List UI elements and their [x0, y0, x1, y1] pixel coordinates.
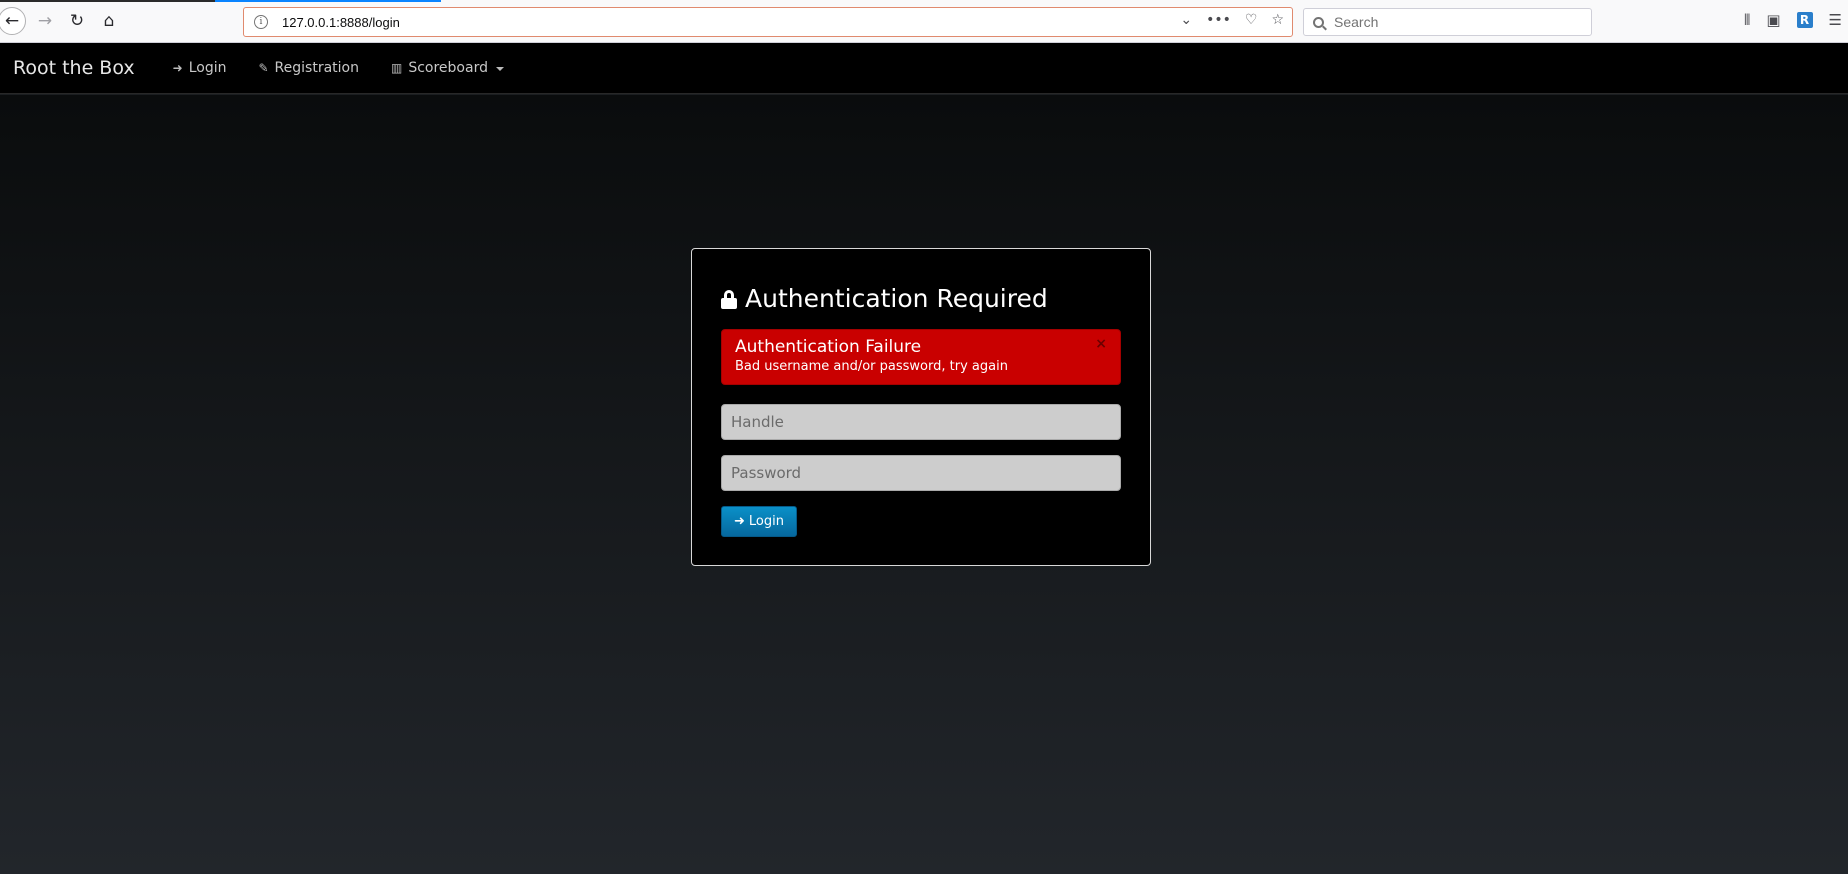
main-content: Authentication Required Authentication F…	[0, 95, 1848, 874]
back-button[interactable]: ←	[0, 7, 26, 35]
nav-item-scoreboard[interactable]: ▥ Scoreboard	[391, 60, 504, 76]
error-alert: Authentication Failure Bad username and/…	[721, 329, 1121, 385]
page-title-text: Authentication Required	[745, 284, 1048, 313]
forward-icon: →	[37, 11, 53, 31]
login-panel: Authentication Required Authentication F…	[691, 248, 1151, 566]
bar-chart-icon: ▥	[390, 61, 403, 75]
info-icon[interactable]: i	[254, 15, 268, 29]
close-icon[interactable]: ×	[1095, 336, 1107, 352]
search-icon	[1313, 16, 1324, 28]
alert-message: Bad username and/or password, try again	[735, 359, 1008, 374]
url-text[interactable]: 127.0.0.1:8888/login	[282, 15, 400, 30]
menu-icon[interactable]: ☰	[1829, 11, 1842, 29]
tab-indicator	[0, 0, 215, 2]
home-icon: ⌂	[103, 11, 115, 31]
nav-item-label: Scoreboard	[408, 60, 488, 76]
pencil-icon: ✎	[258, 61, 269, 75]
chevron-down-icon	[495, 67, 504, 71]
page-title: Authentication Required	[721, 284, 1048, 313]
brand-link[interactable]: Root the Box	[13, 57, 135, 79]
back-icon: ←	[4, 11, 20, 31]
url-bar[interactable]: i 127.0.0.1:8888/login ⌄ ••• ♡ ☆	[243, 7, 1293, 37]
handle-input[interactable]	[721, 404, 1121, 440]
nav-item-label: Login	[188, 60, 227, 76]
login-button-label: Login	[748, 514, 784, 529]
lock-icon	[721, 289, 737, 309]
sidebar-icon[interactable]: ▣	[1766, 11, 1780, 29]
browser-toolbar: ← → ↻ ⌂ i 127.0.0.1:8888/login ⌄ ••• ♡ ☆…	[0, 0, 1848, 43]
pocket-icon[interactable]: ♡	[1245, 12, 1258, 28]
sign-in-icon: ➜	[172, 61, 183, 75]
nav-item-registration[interactable]: ✎ Registration	[258, 60, 359, 76]
bookmark-star-icon[interactable]: ☆	[1271, 12, 1284, 28]
dropdown-icon[interactable]: ⌄	[1180, 12, 1192, 28]
profile-badge[interactable]: R	[1796, 12, 1813, 28]
sign-in-icon: ➜	[734, 514, 745, 529]
alert-heading: Authentication Failure	[735, 337, 922, 357]
login-button[interactable]: ➜ Login	[721, 506, 797, 537]
more-icon[interactable]: •••	[1206, 12, 1231, 28]
reload-button[interactable]: ↻	[62, 6, 92, 36]
home-button[interactable]: ⌂	[94, 6, 124, 36]
password-input[interactable]	[721, 455, 1121, 491]
browser-search-input[interactable]	[1334, 14, 1574, 30]
reload-icon: ↻	[69, 11, 85, 31]
browser-search-box[interactable]	[1303, 8, 1592, 36]
forward-button[interactable]: →	[30, 6, 60, 36]
nav-item-login[interactable]: ➜ Login	[173, 60, 227, 76]
site-navbar: Root the Box ➜ Login ✎ Registration ▥ Sc…	[0, 43, 1848, 94]
library-icon[interactable]: ⫴	[1744, 11, 1750, 29]
active-tab-indicator	[215, 0, 441, 2]
nav-item-label: Registration	[274, 60, 359, 76]
